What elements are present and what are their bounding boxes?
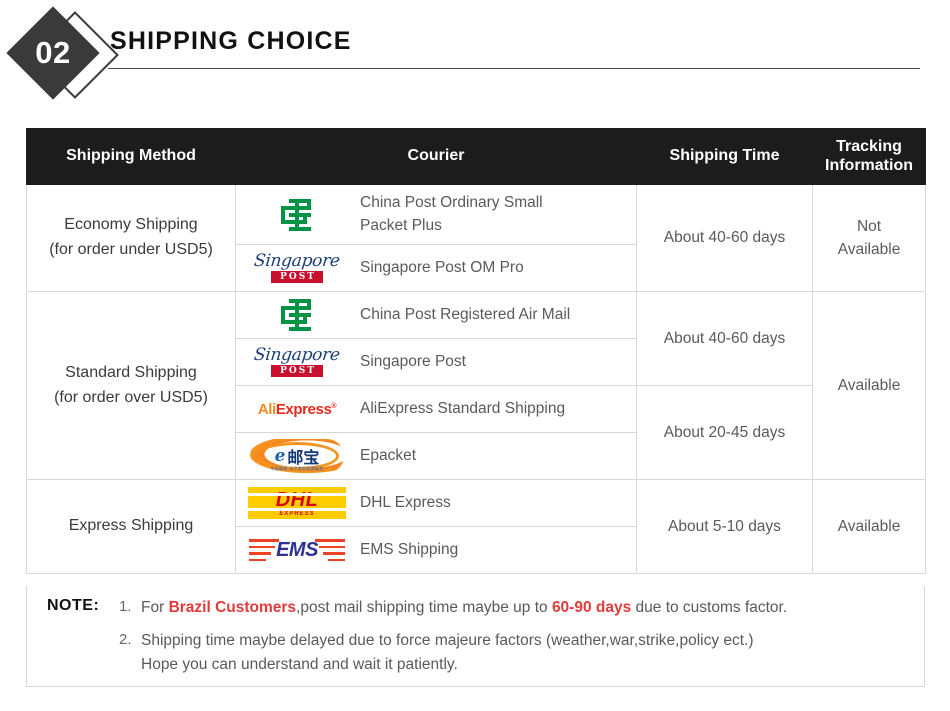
courier-name: EMS Shipping bbox=[360, 540, 459, 558]
shipping-method-economy: Economy Shipping (for order under USD5) bbox=[26, 184, 236, 292]
courier-cell-aliexpress-standard: AliExpress® AliExpress Standard Shipping bbox=[235, 385, 637, 433]
china-post-logo-glyph bbox=[281, 299, 311, 331]
note-1-part1: For bbox=[141, 599, 169, 616]
tracking-header-line2: Information bbox=[825, 156, 913, 174]
courier-name: Singapore Post bbox=[360, 352, 466, 370]
china-post-logo bbox=[242, 295, 352, 335]
courier-name: China Post Registered Air Mail bbox=[360, 305, 571, 323]
singapore-post-box: POST bbox=[271, 271, 323, 283]
courier-cell-china-post-small-packet: China Post Ordinary Small Packet Plus bbox=[235, 184, 637, 245]
epacket-logo: e 邮宝 中国邮政 电子商务寄递服务 bbox=[242, 436, 352, 476]
courier-cell-epacket: e 邮宝 中国邮政 电子商务寄递服务 Epacket bbox=[235, 432, 637, 480]
singapore-post-logo: Singapore POST bbox=[242, 342, 352, 382]
note-label: NOTE: bbox=[47, 597, 100, 614]
courier-name: DHL Express bbox=[360, 493, 451, 511]
header-divider bbox=[108, 68, 920, 69]
singapore-post-script: Singapore bbox=[253, 345, 341, 365]
china-post-logo bbox=[242, 195, 352, 235]
column-header-shipping-time: Shipping Time bbox=[636, 128, 813, 185]
ems-stripes-right bbox=[315, 539, 345, 561]
note-item-1: NOTE: 1. For Brazil Customers,post mail … bbox=[47, 596, 910, 619]
shipping-method-standard: Standard Shipping (for order over USD5) bbox=[26, 291, 236, 480]
dhl-logo: DHL EXPRESS bbox=[242, 483, 352, 523]
shipping-table-wrapper: Shipping Method Courier Shipping Time Tr… bbox=[26, 128, 926, 574]
table-row: Economy Shipping (for order under USD5) bbox=[26, 184, 926, 292]
note-item-1-number: 1. bbox=[119, 598, 132, 615]
epacket-e: e bbox=[274, 446, 286, 466]
table-row: Express Shipping DHL EXPRESS DHL Express… bbox=[26, 479, 926, 574]
note-item-1-text: For Brazil Customers,post mail shipping … bbox=[141, 596, 787, 619]
shipping-choice-page: 02 SHIPPING CHOICE Shipping Method Couri… bbox=[0, 0, 950, 711]
tracking-header-line1: Tracking bbox=[836, 138, 902, 156]
dhl-stripe-top bbox=[248, 493, 346, 496]
epacket-subtitle: 中国邮政 电子商务寄递服务 bbox=[270, 466, 324, 471]
registered-mark: ® bbox=[331, 402, 337, 410]
note-item-2-text: Shipping time maybe delayed due to force… bbox=[141, 629, 754, 676]
shipping-time-standard-express: About 20-45 days bbox=[636, 385, 813, 480]
courier-name-line2: Packet Plus bbox=[360, 216, 442, 234]
method-name: Standard Shipping bbox=[65, 363, 197, 381]
note-1-highlight-brazil: Brazil Customers bbox=[168, 599, 297, 616]
column-header-shipping-method: Shipping Method bbox=[26, 128, 236, 185]
ems-stripes-left bbox=[249, 539, 279, 561]
table-header-row: Shipping Method Courier Shipping Time Tr… bbox=[26, 128, 926, 185]
page-title: SHIPPING CHOICE bbox=[110, 27, 352, 55]
shipping-time-standard-post: About 40-60 days bbox=[636, 291, 813, 386]
method-name: Economy Shipping bbox=[64, 216, 198, 234]
singapore-post-script: Singapore bbox=[253, 251, 341, 271]
note-section: NOTE: 1. For Brazil Customers,post mail … bbox=[26, 586, 925, 687]
dhl-subtitle: EXPRESS bbox=[279, 510, 315, 517]
shipping-time-express: About 5-10 days bbox=[636, 479, 813, 574]
courier-name: Singapore Post OM Pro bbox=[360, 258, 524, 276]
method-name: Express Shipping bbox=[68, 517, 194, 535]
aliexpress-logo-express: Express bbox=[275, 400, 332, 418]
shipping-method-express: Express Shipping bbox=[26, 479, 236, 574]
courier-name: Epacket bbox=[360, 446, 417, 464]
courier-cell-singapore-post-om-pro: Singapore POST Singapore Post OM Pro bbox=[235, 244, 637, 292]
courier-name-line1: China Post Ordinary Small bbox=[360, 194, 543, 212]
courier-cell-china-post-registered: China Post Registered Air Mail bbox=[235, 291, 637, 339]
note-1-part2: ,post mail shipping time maybe up to bbox=[296, 599, 552, 616]
note-2-line1: Shipping time maybe delayed due to force… bbox=[141, 632, 754, 650]
ems-logo: EMS bbox=[242, 530, 352, 570]
epacket-chinese: 邮宝 bbox=[287, 450, 320, 467]
section-number-badge: 02 bbox=[6, 6, 119, 104]
note-item-2: 2. Shipping time maybe delayed due to fo… bbox=[47, 629, 910, 676]
china-post-logo-glyph bbox=[281, 198, 311, 231]
note-item-2-number: 2. bbox=[119, 631, 132, 649]
aliexpress-logo-ali: Ali bbox=[257, 400, 276, 418]
tracking-express: Available bbox=[812, 479, 926, 574]
shipping-table: Shipping Method Courier Shipping Time Tr… bbox=[26, 128, 926, 574]
singapore-post-logo: Singapore POST bbox=[242, 248, 352, 288]
section-number: 02 bbox=[35, 35, 71, 70]
tracking-line1: Not bbox=[856, 217, 882, 235]
tracking-standard: Available bbox=[812, 291, 926, 480]
column-header-courier: Courier bbox=[235, 128, 637, 185]
tracking-line2: Available bbox=[837, 241, 901, 258]
courier-name: China Post Ordinary Small Packet Plus bbox=[352, 192, 543, 237]
dhl-stripe-bottom bbox=[248, 508, 346, 511]
method-subtitle: (for order under USD5) bbox=[49, 241, 213, 258]
singapore-post-box: POST bbox=[271, 365, 323, 377]
column-header-tracking-information: Tracking Information bbox=[812, 128, 926, 185]
note-label-spacer bbox=[47, 629, 119, 630]
aliexpress-logo: AliExpress® bbox=[242, 389, 352, 429]
tracking-economy: Not Available bbox=[812, 184, 926, 292]
courier-cell-ems-shipping: EMS EMS Shipping bbox=[235, 526, 637, 574]
section-header: 02 SHIPPING CHOICE bbox=[0, 0, 950, 112]
note-1-part3: due to customs factor. bbox=[631, 599, 788, 616]
courier-cell-singapore-post: Singapore POST Singapore Post bbox=[235, 338, 637, 386]
method-subtitle: (for order over USD5) bbox=[54, 388, 208, 406]
note-2-line2: Hope you can understand and wait it pati… bbox=[141, 655, 458, 673]
ems-wordmark: EMS bbox=[276, 538, 318, 561]
courier-name: AliExpress Standard Shipping bbox=[360, 399, 566, 417]
table-row: Standard Shipping (for order over USD5) bbox=[26, 291, 926, 480]
note-1-highlight-days: 60-90 days bbox=[551, 599, 632, 616]
courier-cell-dhl-express: DHL EXPRESS DHL Express bbox=[235, 479, 637, 527]
shipping-time-economy: About 40-60 days bbox=[636, 184, 813, 292]
